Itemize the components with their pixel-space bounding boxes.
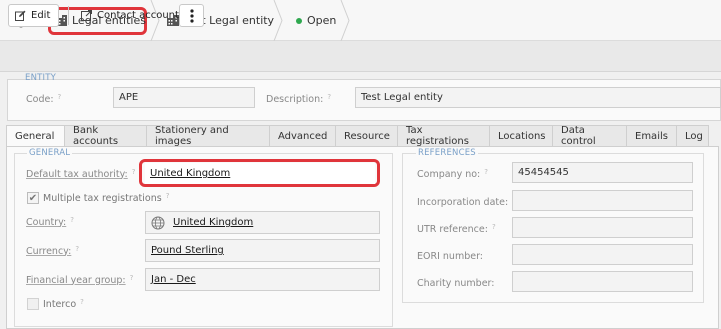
- breadcrumb-status[interactable]: Open: [296, 0, 336, 41]
- help-icon: ?: [70, 215, 74, 224]
- charity-number-label: Charity number:: [417, 277, 495, 289]
- utr-reference-label: UTR reference:?: [417, 222, 496, 235]
- edit-button[interactable]: Edit: [8, 4, 59, 27]
- checkbox-checked-icon[interactable]: ✔: [27, 192, 39, 204]
- country-field[interactable]: United Kingdom: [145, 211, 380, 234]
- currency-label[interactable]: Currency:?: [26, 245, 79, 257]
- company-no-label: Company no:?: [417, 167, 488, 180]
- contact-account-label: Contact account: [97, 10, 179, 21]
- checkbox-unchecked-icon[interactable]: [27, 298, 39, 310]
- tab-log[interactable]: Log: [676, 125, 709, 146]
- toolbar: [0, 41, 721, 72]
- code-field[interactable]: APE: [113, 87, 255, 108]
- eori-number-label: EORI number:: [417, 250, 484, 262]
- help-icon: ?: [131, 167, 136, 176]
- help-icon: ?: [491, 222, 496, 231]
- interco[interactable]: Interco?: [27, 298, 84, 310]
- contact-account-button[interactable]: Contact account: [81, 4, 179, 27]
- references-section-title: REFERENCES: [416, 148, 478, 158]
- breadcrumb-separator: [340, 0, 350, 41]
- tab-stationery-and-images[interactable]: Stationery and images: [146, 125, 270, 147]
- default-tax-authority-field[interactable]: United Kingdom: [145, 163, 375, 184]
- status-label: Open: [307, 14, 337, 27]
- help-icon: ?: [165, 191, 170, 200]
- tab-bank-accounts[interactable]: Bank accounts: [64, 125, 147, 147]
- status-dot-icon: [296, 17, 302, 24]
- description-label: Description:?: [266, 92, 332, 105]
- external-link-icon: [81, 10, 92, 21]
- help-icon: ?: [80, 297, 84, 306]
- tab-data-control[interactable]: Data control: [552, 125, 627, 147]
- multiple-tax-registrations[interactable]: ✔ Multiple tax registrations?: [27, 192, 169, 204]
- currency-field[interactable]: Pound Sterling: [145, 239, 380, 262]
- edit-icon: [15, 10, 26, 21]
- tab-emails[interactable]: Emails: [626, 125, 677, 146]
- help-icon: ?: [484, 167, 488, 176]
- incorporation-date-field[interactable]: [512, 190, 693, 211]
- help-icon: ?: [57, 92, 62, 101]
- globe-icon: [151, 216, 165, 230]
- entity-section-title: ENTITY: [25, 73, 57, 83]
- tab-resource[interactable]: Resource: [335, 125, 398, 146]
- tab-advanced[interactable]: Advanced: [269, 125, 336, 146]
- eori-number-field[interactable]: [512, 244, 693, 265]
- charity-number-field[interactable]: [512, 271, 693, 292]
- default-tax-authority-label[interactable]: Default tax authority:?: [26, 168, 135, 180]
- company-no-field[interactable]: 45454545: [512, 162, 693, 183]
- tab-general[interactable]: General: [6, 125, 65, 147]
- tab-tax-registrations[interactable]: Tax registrations: [397, 125, 490, 147]
- help-icon: ?: [129, 273, 134, 282]
- incorporation-date-label: Incorporation date:: [417, 196, 509, 208]
- help-icon: ?: [75, 244, 80, 253]
- breadcrumb-separator: [273, 0, 283, 41]
- more-vertical-icon: [189, 8, 194, 23]
- tab-locations[interactable]: Locations: [489, 125, 553, 146]
- more-options-button[interactable]: [179, 4, 204, 27]
- utr-reference-field[interactable]: [512, 217, 693, 238]
- edit-label: Edit: [31, 10, 51, 21]
- tab-bar: General Bank accounts Stationery and ima…: [6, 125, 709, 147]
- code-label: Code:?: [26, 92, 62, 105]
- toolbar-divider: [68, 6, 69, 25]
- description-field[interactable]: Test Legal entity: [355, 87, 721, 108]
- financial-year-group-field[interactable]: Jan - Dec: [145, 268, 380, 291]
- general-section-title: GENERAL: [27, 148, 73, 158]
- country-label[interactable]: Country:?: [26, 216, 74, 228]
- financial-year-group-label[interactable]: Financial year group:?: [26, 274, 133, 286]
- help-icon: ?: [327, 92, 332, 101]
